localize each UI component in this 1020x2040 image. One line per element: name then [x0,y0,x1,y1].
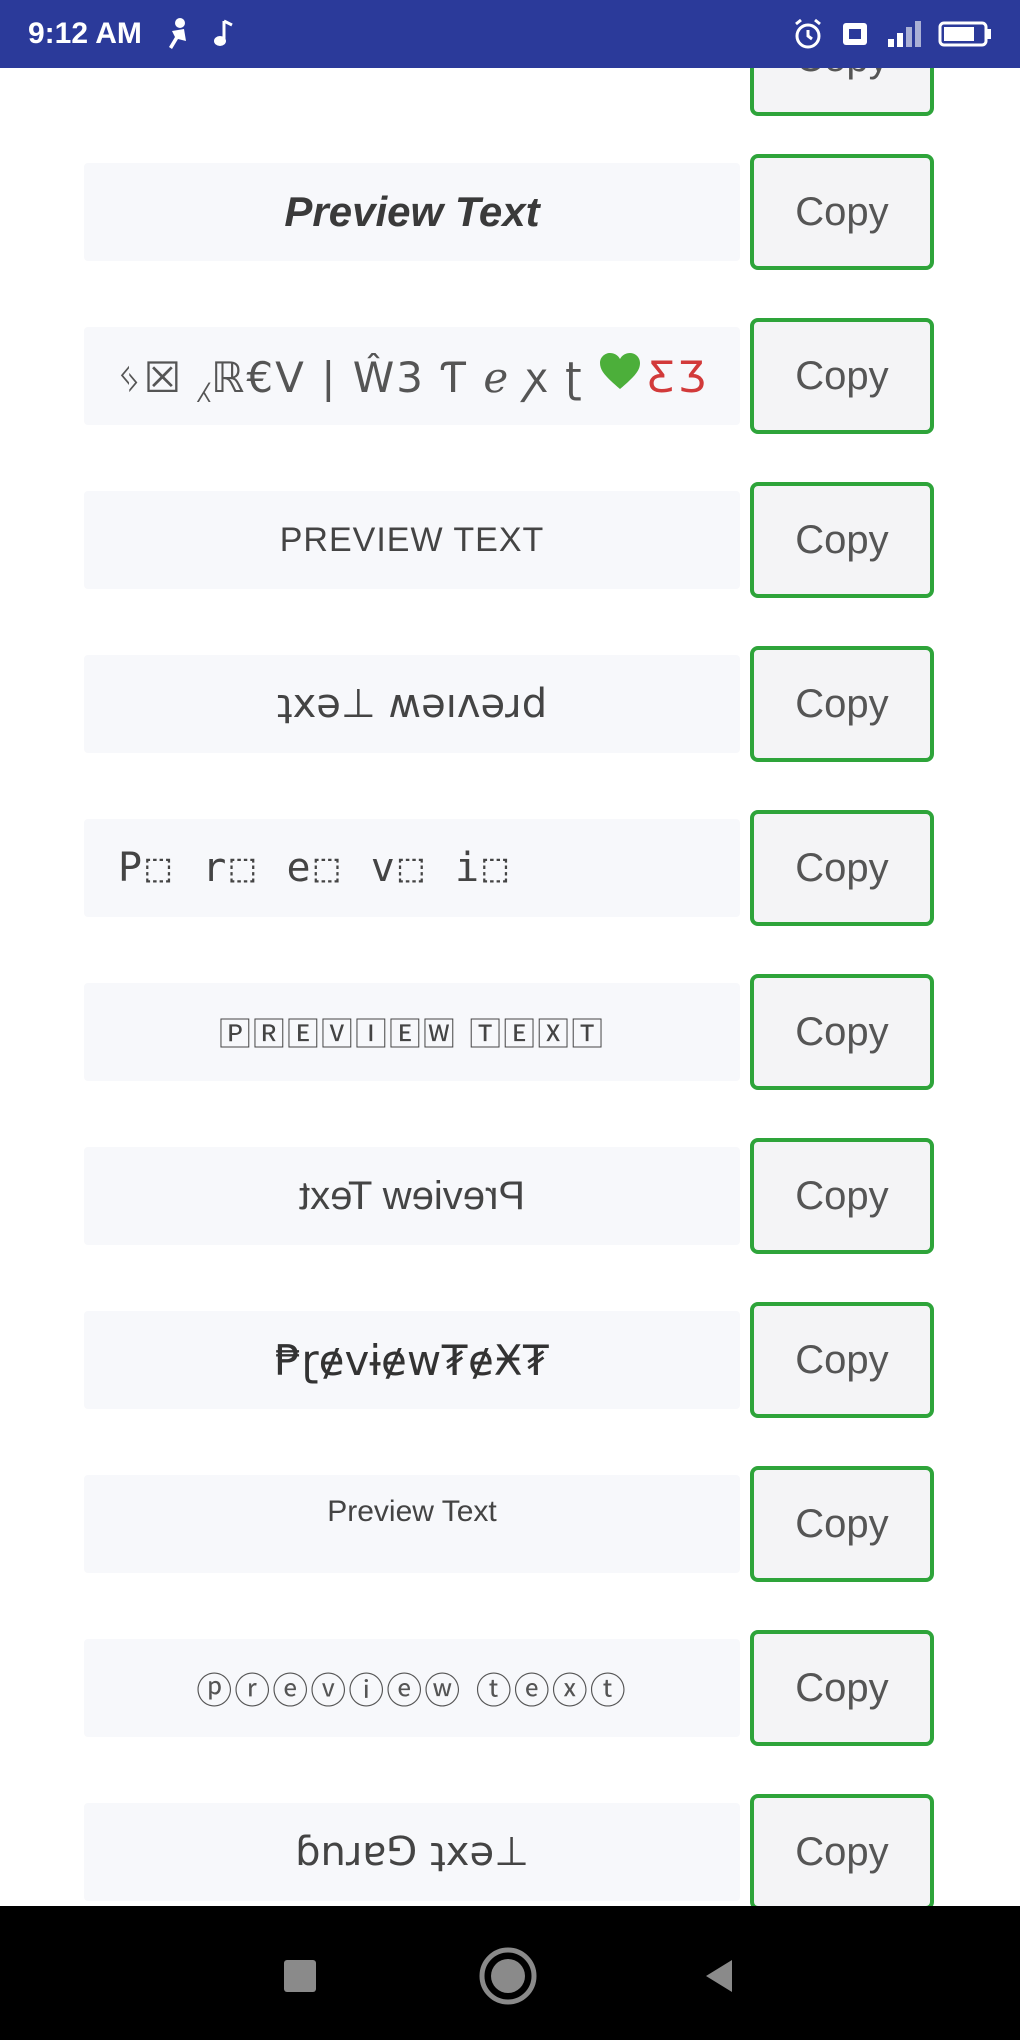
list-item: ɓnɹɐ⅁ ʇxǝ⊥ Copy [84,1794,934,1906]
alarm-icon [792,18,824,50]
navigation-bar [0,1906,1020,2040]
preview-text: ᛃ☒ ⁁ℝ€Ⅴ | Ŵ3 Ƭ ℯ ꭗ ʈ [116,352,584,402]
preview-text: ⓟⓡⓔⓥⓘⓔⓦ ⓣⓔⓧⓣ [196,1671,628,1712]
copy-button[interactable]: Copy [750,1794,934,1906]
list-item: ʇxǝ⊥ ʍǝıʌǝɹd Copy [84,646,934,762]
copy-button[interactable]: Copy [750,1138,934,1254]
preview-text: ʇxǝ⊥ ʍǝıʌǝɹd [276,681,548,727]
copy-button[interactable]: Copy [750,318,934,434]
triangle-back-icon [706,1960,732,1992]
list-item: 🄿🅁🄴🅅🄸🄴🅆 🅃🄴🅇🅃 Copy [84,974,934,1090]
preview-text-box: 🄿🅁🄴🅅🄸🄴🅆 🅃🄴🅇🅃 [84,983,740,1081]
list-item: Preview Text Copy [84,1138,934,1254]
copy-button[interactable]: Copy [750,646,934,762]
sigma-glyph-icon: ƸƷ [647,351,708,401]
copy-button[interactable]: Copy [750,810,934,926]
preview-text-box: ⓟⓡⓔⓥⓘⓔⓦ ⓣⓔⓧⓣ [84,1639,740,1737]
status-left-icons [164,17,234,51]
preview-text-box: ₱ɽɇvɨɇw₮ɇӾ₮ [84,1311,740,1409]
sim-icon [840,19,870,49]
copy-button[interactable]: Copy [750,68,934,116]
signal-icon [886,19,922,49]
style-list[interactable]: Copy Preview Text Copy ᛃ☒ ⁁ℝ€Ⅴ | Ŵ3 Ƭ ℯ … [0,68,1020,1906]
copy-button[interactable]: Copy [750,482,934,598]
list-item: ᛃ☒ ⁁ℝ€Ⅴ | Ŵ3 Ƭ ℯ ꭗ ʈ ƸƷ Copy [84,318,934,434]
home-button[interactable] [478,1946,538,2006]
preview-text: ₱ɽɇvɨɇw₮ɇӾ₮ [274,1335,550,1385]
status-bar: 9:12 AM [0,0,1020,68]
square-icon [284,1960,316,1992]
preview-text: ɓnɹɐ⅁ ʇxǝ⊥ [295,1829,529,1875]
copy-button[interactable]: Copy [750,1302,934,1418]
preview-text-box: Preview Text [84,163,740,261]
copy-button[interactable]: Copy [750,1466,934,1582]
list-item: ₱ɽɇvɨɇw₮ɇӾ₮ Copy [84,1302,934,1418]
preview-text-box: ɓnɹɐ⅁ ʇxǝ⊥ [84,1803,740,1901]
list-item: P⬚ r⬚ e⬚ v⬚ i⬚ Copy [84,810,934,926]
recents-button[interactable] [270,1946,330,2006]
list-item: PREVIEW TEXT Copy [84,482,934,598]
battery-icon [938,19,992,49]
list-item: Copy [84,68,934,116]
preview-text: 🄿🅁🄴🅅🄸🄴🅆 🅃🄴🅇🅃 [218,1015,606,1053]
preview-text-box: Preview Text [84,1475,740,1573]
preview-text: Preview Text [298,1173,525,1218]
preview-text-box: Preview Text [84,1147,740,1245]
person-icon [164,17,194,51]
preview-text-box: PREVIEW TEXT [84,491,740,589]
status-time: 9:12 AM [28,17,142,50]
preview-text: PREVIEW TEXT [279,520,545,559]
music-note-icon [212,19,234,49]
list-item: Preview Text Copy [84,1466,934,1582]
preview-text-box: ʇxǝ⊥ ʍǝıʌǝɹd [84,655,740,753]
copy-button[interactable]: Copy [750,154,934,270]
back-button[interactable] [690,1946,750,2006]
heart-emoji-icon [598,351,642,401]
preview-text-box: ᛃ☒ ⁁ℝ€Ⅴ | Ŵ3 Ƭ ℯ ꭗ ʈ ƸƷ [84,327,740,425]
preview-text-box: P⬚ r⬚ e⬚ v⬚ i⬚ [84,819,740,917]
copy-button[interactable]: Copy [750,1630,934,1746]
circle-icon [479,1947,537,2005]
list-item: Preview Text Copy [84,154,934,270]
preview-text: P⬚ r⬚ e⬚ v⬚ i⬚ [118,845,512,891]
status-right-icons [792,18,992,50]
preview-text: Preview Text [284,188,540,235]
copy-button[interactable]: Copy [750,974,934,1090]
list-item: ⓟⓡⓔⓥⓘⓔⓦ ⓣⓔⓧⓣ Copy [84,1630,934,1746]
preview-text: Preview Text [327,1495,497,1528]
